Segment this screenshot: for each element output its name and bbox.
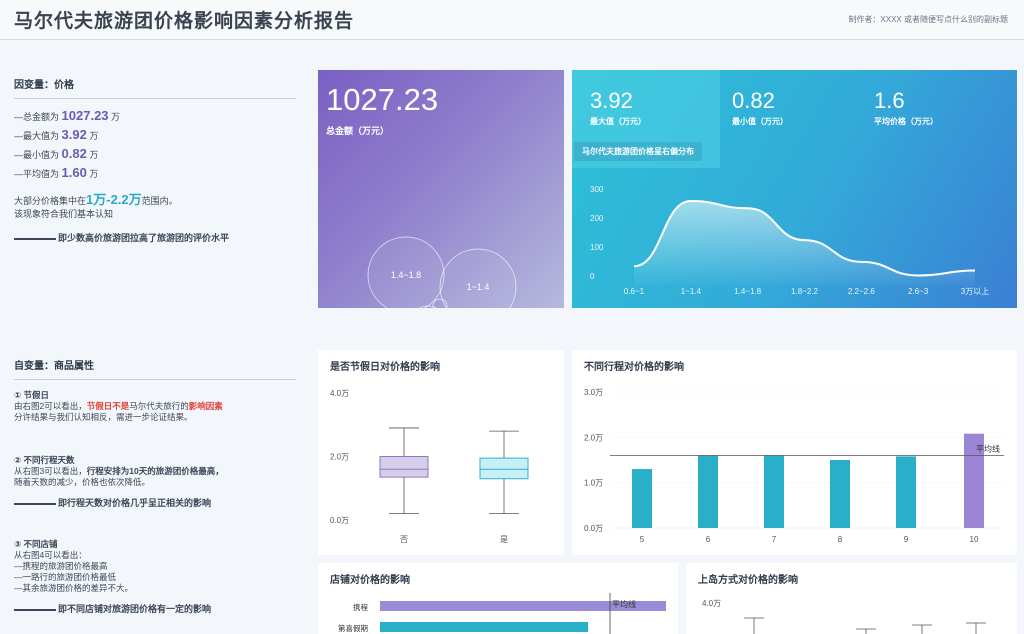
box-body <box>379 456 429 478</box>
shop-bar-chart: 携程第喜假期 平均线 <box>338 593 666 634</box>
box-ytick: 0.0万 <box>330 516 349 525</box>
bubble-label-2: 1~1.4 <box>467 282 490 292</box>
bubble-chart: 1.4~1.8 1~1.4 <box>367 236 517 308</box>
dependent-variable-title: 因变量：价格 <box>14 76 296 99</box>
box-xtick: 是 <box>500 535 508 544</box>
days-bar-chart: 3.0万 2.0万 1.0万 0.0万 5 6 7 8 9 10 平均线 <box>584 388 1004 544</box>
days-xtick: 6 <box>706 535 711 544</box>
distribution-card: 3.92 最大值（万元） 0.82 最小值（万元） 1.6 平均价格（万元） 马… <box>572 70 1017 308</box>
days-chart-card: 不同行程对价格的影响 3.0万 2.0万 1.0万 0.0万 5 6 7 8 9 10 平均线 <box>572 350 1017 555</box>
days-xtick: 5 <box>640 535 645 544</box>
days-average-label: 平均线 <box>976 443 1000 453</box>
dist-ytick: 200 <box>590 214 604 223</box>
days-conclusion: 即行程天数对价格几乎呈正相关的影响 <box>14 498 296 509</box>
page-title: 马尔代夫旅游团价格影响因素分析报告 <box>14 11 355 32</box>
days-xtick: 8 <box>838 535 843 544</box>
days-bar <box>830 460 850 528</box>
dependent-variable-panel: 因变量：价格 —总金额为 1027.23 万 —最大值为 3.92 万 —最小值… <box>14 76 296 244</box>
page-subtitle: 制作者：XXXX 或者随便写点什么别的副标题 <box>848 15 1008 24</box>
days-ytick: 2.0万 <box>584 433 603 442</box>
shop-bar <box>380 622 588 632</box>
holiday-box-plot: 4.0万 2.0万 0.0万否 是 <box>330 389 529 544</box>
days-xtick: 10 <box>970 535 979 544</box>
holiday-chart-card: 是否节假日对价格的影响 4.0万 2.0万 0.0万否是 <box>318 350 564 555</box>
shop-conclusion: 即不同店铺对旅游团价格有一定的影响 <box>14 604 296 615</box>
dist-xtick: 0.6~1 <box>624 287 645 296</box>
distribution-note: 大部分价格集中在1万-2.2万范围内。 该现象符合我们基本认知 <box>14 192 178 219</box>
factor-days: ② 不同行程天数 从右图3可以看出，行程安排为10天的旅游团价格最高， 随着天数… <box>14 455 296 509</box>
factor-shop: ③ 不同店铺 从右图4可以看出： —携程的旅游团价格最高 —一路行的旅游团价格最… <box>14 539 296 615</box>
days-bar <box>764 455 784 528</box>
stats-list: —总金额为 1027.23 万 —最大值为 3.92 万 —最小值为 0.82 … <box>14 107 296 183</box>
dist-xtick: 1.8~2.2 <box>791 287 818 296</box>
distribution-chart: 300 200 100 0 0.6~1 1~1.4 1.4~1.8 1.8~2.2 2.2~2.… <box>590 185 989 296</box>
days-ytick: 1.0万 <box>584 479 603 488</box>
shop-chart-card: 店铺对价格的影响 携程 第喜假期 平均线 <box>318 563 678 634</box>
shop-category-label: 携程 <box>353 602 368 612</box>
box-xtick: 否 <box>400 535 408 544</box>
transport-ytick: 4.0万 <box>702 599 721 608</box>
dist-xtick: 1.4~1.8 <box>734 287 761 296</box>
total-amount-card: 1027.23 总金额（万元） 1.4~1.8 1~1.4 <box>318 70 564 308</box>
dist-area <box>634 200 975 286</box>
stat-total: —总金额为 1027.23 万 <box>14 108 121 123</box>
dist-ytick: 0 <box>590 272 595 281</box>
days-xtick: 9 <box>904 535 909 544</box>
box-ytick: 4.0万 <box>330 389 349 398</box>
transport-box-plot: 4.0万 <box>702 599 986 634</box>
stat-mean: —平均值为 1.60 万 <box>14 165 99 180</box>
box-ytick: 2.0万 <box>330 453 349 462</box>
days-bar <box>632 469 652 528</box>
header: 马尔代夫旅游团价格影响因素分析报告 制作者：XXXX 或者随便写点什么别的副标题 <box>0 0 1024 40</box>
stat-min: —最小值为 0.82 万 <box>14 146 99 161</box>
independent-variable-title: 自变量：商品属性 <box>14 357 296 380</box>
dist-xtick: 2.2~2.6 <box>848 287 875 296</box>
factor-holiday: ① 节假日 由右图2可以看出，节假日不是马尔代夫旅行的影响因素 分许结果与我们认… <box>14 390 223 422</box>
stat-max: —最大值为 3.92 万 <box>14 127 99 142</box>
shop-average-label: 平均线 <box>612 599 636 609</box>
dist-ytick: 300 <box>590 185 604 194</box>
days-bar <box>896 456 916 528</box>
dist-ytick: 100 <box>590 243 604 252</box>
box-body <box>479 457 529 480</box>
independent-variable-panel: 自变量：商品属性 ① 节假日 由右图2可以看出，节假日不是马尔代夫旅行的影响因素… <box>14 357 296 615</box>
days-bar <box>698 455 718 528</box>
dependent-conclusion: 即少数高价旅游团拉高了旅游团的评价水平 <box>14 231 296 244</box>
dist-xtick: 3万以上 <box>961 287 989 296</box>
bubble-2 <box>439 248 517 308</box>
shop-category-label: 第喜假期 <box>338 623 368 633</box>
bubble-label-1: 1.4~1.8 <box>391 270 421 280</box>
transport-chart-card: 上岛方式对价格的影响 4.0万 <box>686 563 1017 634</box>
days-xtick: 7 <box>772 535 777 544</box>
days-ytick: 3.0万 <box>584 388 603 397</box>
dist-xtick: 2.6~3 <box>908 287 929 296</box>
dist-xtick: 1~1.4 <box>681 287 702 296</box>
days-ytick: 0.0万 <box>584 524 603 533</box>
